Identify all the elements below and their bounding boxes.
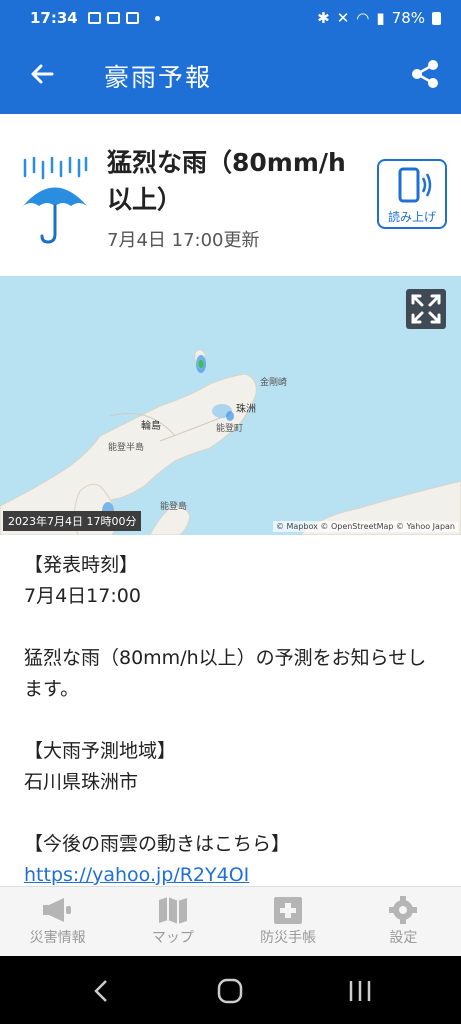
back-arrow-icon[interactable] [26, 58, 58, 90]
status-time: 17:34 [30, 9, 78, 27]
map-label-noto-island: 能登島 [160, 502, 188, 512]
expand-icon [411, 294, 441, 324]
notification-icons [87, 12, 160, 24]
signal-icon: ▮ [376, 9, 385, 27]
nav-settings[interactable]: 設定 [346, 887, 461, 957]
battery-level: 78% [391, 9, 425, 27]
area-heading: 【大雨予測地域】 [24, 740, 177, 762]
first-aid-notebook-icon [274, 897, 303, 924]
link-heading: 【今後の雨雲の動きはこちら】 [24, 833, 291, 855]
issue-time: 7月4日17:00 [24, 585, 141, 607]
alert-message: 猛烈な雨（80mm/h以上）の予測をお知らせします。 [24, 647, 427, 700]
nav-notebook[interactable]: 防災手帳 [231, 887, 346, 957]
nav-map[interactable]: マップ [115, 887, 230, 957]
gear-icon [389, 896, 418, 924]
read-aloud-button[interactable]: 読み上げ [377, 159, 447, 229]
forecast-area: 石川県珠洲市 [24, 771, 139, 793]
status-bar: 17:34 ✱ ✕ ◠ ▮ 78% [0, 0, 461, 36]
system-recents-icon[interactable] [346, 978, 374, 1004]
system-back-icon[interactable] [90, 978, 114, 1004]
map-label-noto-town: 能登町 [216, 424, 244, 434]
map-attribution[interactable]: © Mapbox © OpenStreetMap © Yahoo Japan [272, 521, 458, 532]
system-home-icon[interactable] [216, 978, 244, 1004]
bottom-navigation: 災害情報 マップ 防災手帳 設定 [0, 886, 461, 957]
map-label-wajima: 輪島 [141, 421, 161, 432]
map-label-suzu: 珠洲 [236, 404, 256, 415]
wifi-icon: ◠ [356, 9, 370, 27]
alert-header: 猛烈な雨（80mm/h以上） 7月4日 17:00更新 読み上げ [0, 114, 461, 276]
alert-headline: 猛烈な雨（80mm/h以上） [107, 148, 346, 214]
nav-label-disaster-info: 災害情報 [29, 930, 86, 946]
issue-time-heading: 【発表時刻】 [24, 554, 139, 576]
updated-time: 7月4日 17:00更新 [107, 230, 260, 251]
notification-app-icon [125, 12, 139, 24]
read-aloud-label: 読み上げ [387, 210, 436, 224]
alert-details: 【発表時刻】 7月4日17:00 猛烈な雨（80mm/h以上）の予測をお知らせし… [24, 550, 444, 891]
nav-disaster-info[interactable]: 災害情報 [0, 887, 115, 957]
bluetooth-icon: ✱ [317, 9, 330, 27]
mute-icon: ✕ [336, 9, 350, 27]
map-timestamp: 2023年7月4日 17時00分 [3, 511, 142, 531]
page-title: 豪雨予報 [104, 63, 213, 92]
nav-label-settings: 設定 [389, 930, 418, 946]
notification-app-icon [106, 12, 120, 24]
megaphone-icon [42, 898, 71, 922]
phone-speaker-icon [398, 167, 432, 203]
rain-map[interactable]: 金剛崎 珠洲 輪島 能登半島 能登町 能登島 2023年7月4日 17時00分 … [0, 276, 461, 535]
app-bar: 豪雨予報 [0, 36, 461, 114]
map-label-kyosakisaki: 金剛崎 [260, 378, 288, 388]
nav-label-map: マップ [151, 930, 194, 946]
map-label-noto-peninsula: 能登半島 [108, 443, 145, 453]
nav-label-notebook: 防災手帳 [260, 930, 317, 946]
map-icon [158, 897, 187, 924]
system-navigation-bar [0, 956, 461, 1024]
fullscreen-button[interactable] [406, 289, 446, 329]
battery-icon [432, 11, 441, 25]
notification-app-icon [87, 12, 101, 24]
rain-radar-overlay [102, 355, 234, 520]
share-icon[interactable] [409, 58, 441, 90]
more-notifications-dot [154, 15, 160, 21]
heavy-rain-umbrella-icon [23, 156, 88, 244]
